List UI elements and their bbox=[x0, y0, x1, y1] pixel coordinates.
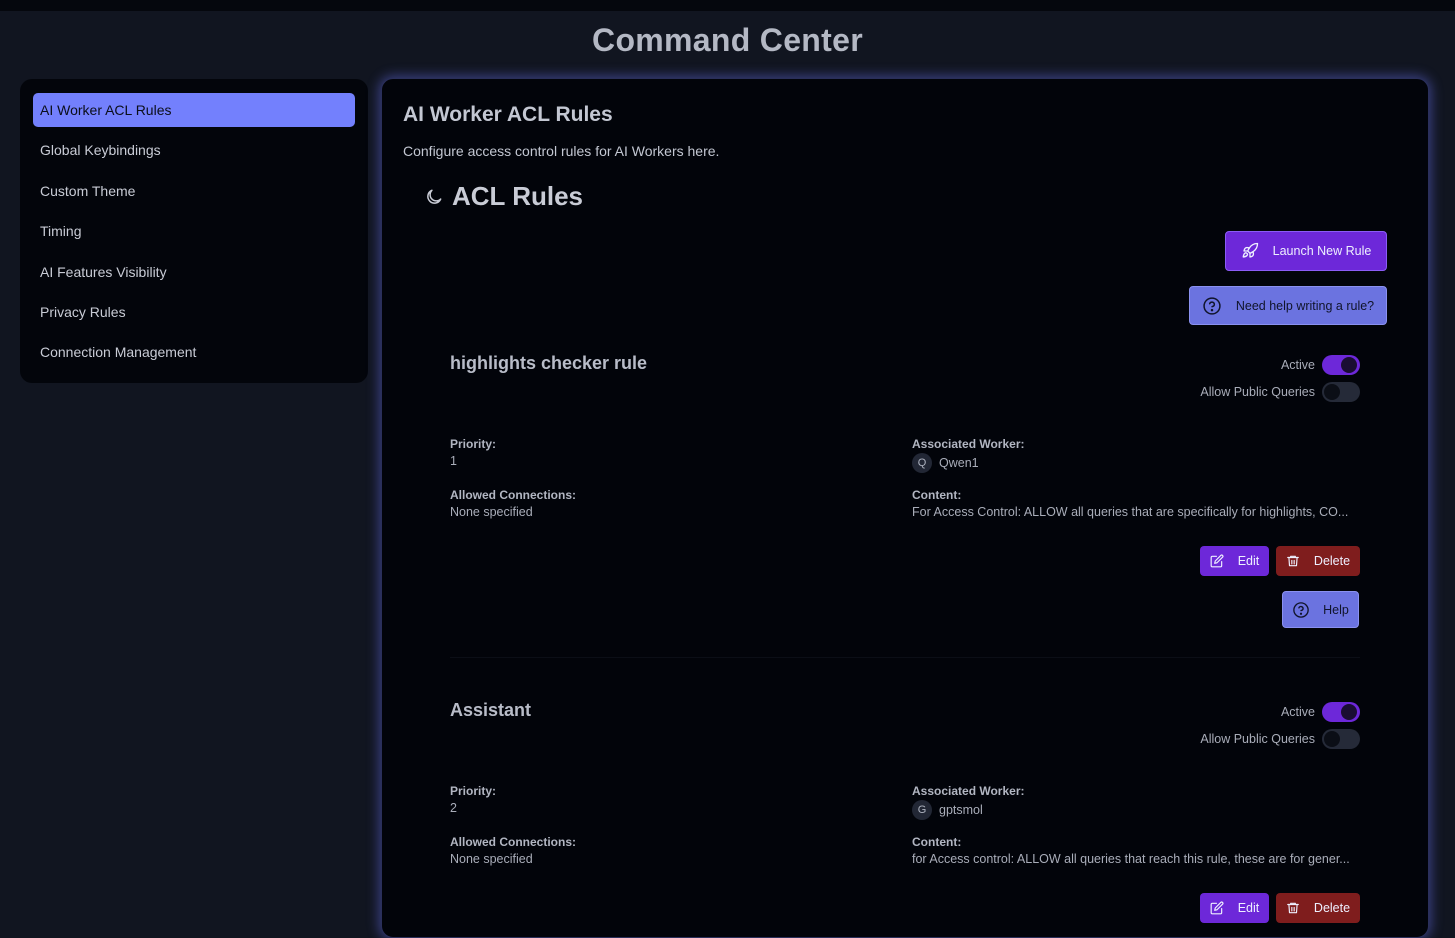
sidebar: AI Worker ACL Rules Global Keybindings C… bbox=[20, 79, 368, 383]
help-button[interactable]: Help bbox=[1282, 591, 1359, 628]
section-title: ACL Rules bbox=[452, 181, 583, 211]
active-toggle-row: Active bbox=[1281, 702, 1360, 722]
public-queries-toggle-row: Allow Public Queries bbox=[1200, 729, 1360, 749]
allow-public-queries-label: Allow Public Queries bbox=[1200, 385, 1315, 399]
toggle-knob bbox=[1341, 357, 1357, 373]
priority-label: Priority: bbox=[450, 437, 497, 451]
allowed-connections-label: Allowed Connections: bbox=[450, 835, 576, 849]
trash-icon bbox=[1287, 555, 1299, 567]
content-label: Content: bbox=[912, 835, 962, 849]
help-circle-icon bbox=[1293, 601, 1309, 618]
worker-name: Qwen1 bbox=[939, 456, 979, 470]
priority-value: 1 bbox=[450, 454, 457, 468]
page-description: Configure access control rules for AI Wo… bbox=[403, 143, 720, 159]
worker-avatar: Q bbox=[912, 453, 932, 473]
active-label: Active bbox=[1280, 358, 1315, 372]
toggle-knob bbox=[1324, 384, 1340, 400]
rule-name: highlights checker rule bbox=[450, 353, 648, 373]
launch-new-rule-button[interactable]: Launch New Rule bbox=[1225, 231, 1387, 271]
active-toggle-row: Active bbox=[1281, 355, 1360, 375]
rule-name: Assistant bbox=[450, 700, 532, 720]
edit-label: Edit bbox=[1237, 554, 1260, 568]
acl-rules-heading: ACL Rules bbox=[424, 181, 583, 212]
sidebar-item-timing[interactable]: Timing bbox=[33, 214, 355, 248]
toggle-knob bbox=[1341, 704, 1357, 720]
moon-icon bbox=[427, 189, 442, 204]
allow-public-queries-toggle[interactable] bbox=[1322, 729, 1360, 749]
page-title: AI Worker ACL Rules bbox=[403, 103, 613, 126]
sidebar-item-connection-management[interactable]: Connection Management bbox=[33, 335, 355, 369]
sidebar-item-ai-features-visibility[interactable]: AI Features Visibility bbox=[33, 255, 355, 289]
edit-icon bbox=[1210, 554, 1224, 568]
delete-button[interactable]: Delete bbox=[1276, 893, 1360, 923]
allowed-connections-value: None specified bbox=[450, 852, 533, 866]
sidebar-item-global-keybindings[interactable]: Global Keybindings bbox=[33, 133, 355, 167]
rule-divider bbox=[450, 657, 1360, 658]
associated-worker: Q Qwen1 bbox=[912, 453, 979, 473]
need-help-label: Need help writing a rule? bbox=[1235, 298, 1375, 313]
rocket-icon bbox=[1242, 242, 1258, 258]
rule-card: highlights checker rule Active Allow Pub… bbox=[450, 353, 1360, 658]
launch-new-rule-label: Launch New Rule bbox=[1272, 244, 1372, 258]
delete-label: Delete bbox=[1313, 901, 1351, 915]
allowed-connections-value: None specified bbox=[450, 505, 533, 519]
public-queries-toggle-row: Allow Public Queries bbox=[1200, 382, 1360, 402]
sidebar-item-ai-worker-acl-rules[interactable]: AI Worker ACL Rules bbox=[33, 93, 355, 127]
top-bar bbox=[0, 0, 1455, 11]
need-help-button[interactable]: Need help writing a rule? bbox=[1189, 286, 1387, 325]
worker-avatar: G bbox=[912, 800, 932, 820]
trash-icon bbox=[1287, 902, 1299, 914]
active-toggle[interactable] bbox=[1322, 355, 1360, 375]
toggle-knob bbox=[1324, 731, 1340, 747]
edit-button[interactable]: Edit bbox=[1200, 893, 1269, 923]
help-label: Help bbox=[1323, 602, 1349, 617]
edit-icon bbox=[1210, 901, 1224, 915]
allow-public-queries-toggle[interactable] bbox=[1322, 382, 1360, 402]
app-title: Command Center bbox=[592, 22, 863, 58]
sidebar-item-privacy-rules[interactable]: Privacy Rules bbox=[33, 295, 355, 329]
active-toggle[interactable] bbox=[1322, 702, 1360, 722]
help-circle-icon bbox=[1203, 296, 1221, 315]
delete-button[interactable]: Delete bbox=[1276, 546, 1360, 576]
edit-label: Edit bbox=[1237, 901, 1260, 915]
priority-label: Priority: bbox=[450, 784, 497, 798]
content-value: for Access control: ALLOW all queries th… bbox=[912, 852, 1350, 866]
worker-name: gptsmol bbox=[939, 803, 983, 817]
rule-card: Assistant Active Allow Public Queries Pr… bbox=[450, 700, 1360, 930]
priority-value: 2 bbox=[450, 801, 457, 815]
delete-label: Delete bbox=[1313, 554, 1351, 568]
associated-worker-label: Associated Worker: bbox=[912, 784, 1025, 798]
active-label: Active bbox=[1280, 705, 1315, 719]
allowed-connections-label: Allowed Connections: bbox=[450, 488, 576, 502]
allow-public-queries-label: Allow Public Queries bbox=[1200, 732, 1315, 746]
content-value: For Access Control: ALLOW all queries th… bbox=[912, 505, 1349, 519]
main-panel: AI Worker ACL Rules Configure access con… bbox=[381, 78, 1429, 938]
edit-button[interactable]: Edit bbox=[1200, 546, 1269, 576]
associated-worker: G gptsmol bbox=[912, 800, 983, 820]
content-label: Content: bbox=[912, 488, 962, 502]
sidebar-item-custom-theme[interactable]: Custom Theme bbox=[33, 174, 355, 208]
associated-worker-label: Associated Worker: bbox=[912, 437, 1025, 451]
